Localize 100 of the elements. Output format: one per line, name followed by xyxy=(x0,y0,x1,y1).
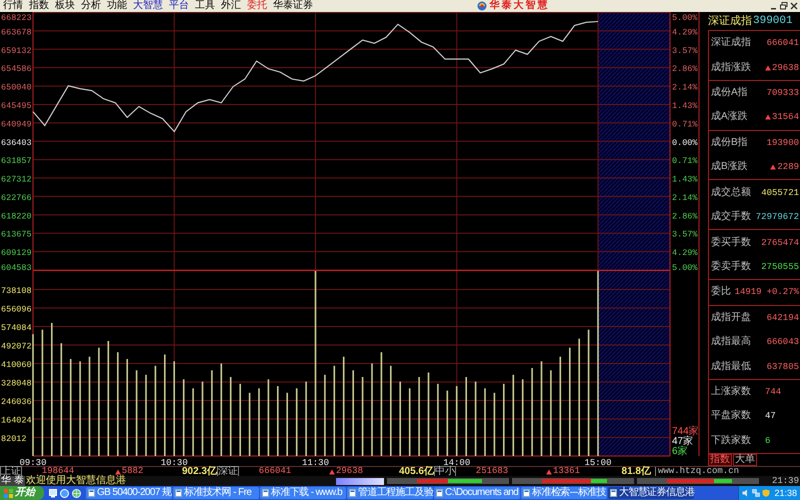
windows-logo-icon xyxy=(4,488,13,498)
axis-label: 645495 xyxy=(1,100,32,111)
stat-label: 成指最低 xyxy=(711,362,751,372)
close-icon[interactable] xyxy=(790,2,798,10)
menu-item[interactable]: 平台 xyxy=(166,1,192,11)
market-amount: 405.6亿 xyxy=(398,467,434,476)
breadth-count: 6家 xyxy=(672,446,688,457)
taskbar-button[interactable]: 标准下载 - www.b xyxy=(260,487,346,499)
percent-label: 5.00% xyxy=(672,263,698,271)
axis-label: 656096 xyxy=(1,304,32,314)
desktop-icon[interactable] xyxy=(49,488,57,498)
stat-value: 744 xyxy=(765,386,782,397)
axis-label: 640949 xyxy=(1,119,32,130)
broker-label: 华 泰 xyxy=(0,476,25,486)
stat-label: 成指开盘 xyxy=(711,312,751,323)
taskbar-button[interactable]: GB 50400-2007 规 xyxy=(86,487,172,499)
time-label: 10:30 xyxy=(160,458,188,466)
stat-value: 709333 xyxy=(766,88,799,98)
menu-item[interactable]: 华泰证券 xyxy=(270,1,316,11)
axis-label: 574084 xyxy=(1,323,32,333)
breadth-count: 47家 xyxy=(672,436,694,447)
menu-item[interactable]: 外汇 xyxy=(218,1,244,11)
panel-tab[interactable]: 指数 xyxy=(708,454,732,466)
market-change: 5882 xyxy=(122,467,144,476)
scroll-strip xyxy=(336,478,384,484)
stat-label: 委卖手数 xyxy=(711,262,751,272)
axis-label: 164024 xyxy=(1,416,32,426)
stat-value: 642194 xyxy=(766,312,799,323)
panel-tab[interactable]: 大单 xyxy=(733,454,757,466)
percent-label: 1.43% xyxy=(672,174,698,185)
axis-label: 654586 xyxy=(1,64,32,74)
menu-item[interactable]: 大智慧 xyxy=(130,1,166,11)
time-label: 11:30 xyxy=(302,458,329,466)
window-icon xyxy=(175,489,182,497)
menu-item[interactable]: 指数 xyxy=(26,1,52,11)
stat-label: 上涨家数 xyxy=(711,386,751,397)
window-icon xyxy=(436,489,443,497)
percent-label: 1.43% xyxy=(672,100,698,111)
stat-label: 成交总额 xyxy=(711,188,751,198)
stat-label: 委比 xyxy=(711,287,731,298)
stat-label: 成份A指 xyxy=(711,88,748,98)
time-label: 09:30 xyxy=(20,458,46,466)
taskbar-clock: 21:38 xyxy=(774,488,797,498)
menu-item[interactable]: 分析 xyxy=(78,1,104,11)
stat-value: 72979672 xyxy=(756,212,799,222)
stat-label: 平盘家数 xyxy=(711,411,751,422)
taskbar-button[interactable]: 管道工程施工及验 xyxy=(347,487,433,499)
start-button[interactable]: 开始 xyxy=(0,486,44,500)
stat-label: 成A涨跌 xyxy=(711,112,748,122)
menu-item[interactable]: 行情 xyxy=(0,1,26,11)
menu-item[interactable]: 功能 xyxy=(104,1,130,11)
axis-label: 668223 xyxy=(1,13,32,23)
axis-label: 622766 xyxy=(1,192,32,203)
time-label: 14:00 xyxy=(443,458,470,466)
menu-item[interactable]: 工具 xyxy=(192,1,218,11)
stat-value: 2289 xyxy=(777,162,799,172)
percent-label: 4.29% xyxy=(672,248,698,258)
taskbar-button[interactable]: C:\Documents and xyxy=(434,487,520,499)
axis-label: 663678 xyxy=(1,27,32,38)
globe-icon[interactable] xyxy=(72,488,81,498)
stat-value: 2750555 xyxy=(761,262,799,272)
stat-label: 成交手数 xyxy=(711,212,751,222)
stat-label: 成指最高 xyxy=(711,337,751,348)
percent-label: 0.71% xyxy=(672,156,698,166)
stat-value: 31564 xyxy=(772,112,799,122)
percent-label: 3.57% xyxy=(672,46,698,56)
market-amount: 902.3亿 xyxy=(182,467,217,476)
market-amount: 81.8亿 xyxy=(622,467,651,476)
restore-icon[interactable] xyxy=(780,2,788,10)
axis-label: 328048 xyxy=(1,378,32,388)
window-icon xyxy=(610,489,617,497)
menu-item[interactable]: 板块 xyxy=(52,1,78,11)
axis-label: 609129 xyxy=(1,248,32,258)
percent-label: 0.71% xyxy=(672,119,698,130)
stat-label: 委买手数 xyxy=(711,238,751,248)
axis-label: 410060 xyxy=(1,360,32,370)
window-icon xyxy=(262,489,269,497)
percent-label: 2.86% xyxy=(672,211,698,222)
stat-value: 29638 xyxy=(772,62,799,73)
network-icon[interactable] xyxy=(752,489,760,497)
stat-value: 14919 xyxy=(734,287,762,298)
axis-label: 82012 xyxy=(1,434,27,444)
percent-label: 5.00% xyxy=(672,13,698,23)
stat-value: 666041 xyxy=(766,38,799,48)
taskbar-button[interactable]: 大智慧证券信息港 xyxy=(608,487,694,499)
percent-label: 3.57% xyxy=(672,230,698,240)
percent-label: 2.14% xyxy=(672,82,698,93)
index-name: 深证成指 xyxy=(708,15,752,27)
taskbar-button[interactable]: 标准检索---标准技 xyxy=(521,487,607,499)
market-change: 13361 xyxy=(552,467,580,476)
axis-label: 659132 xyxy=(1,46,32,56)
stat-label: 深证成指 xyxy=(711,38,751,48)
axis-label: 613675 xyxy=(1,230,32,240)
market-value: 666041 xyxy=(258,467,292,476)
taskbar-button[interactable]: 标准技术网 - Fre xyxy=(173,487,259,499)
breadth-count: 744家 xyxy=(672,426,699,437)
percent-label: 2.86% xyxy=(672,64,698,74)
time-label: 15:00 xyxy=(584,458,612,466)
axis-label: 738108 xyxy=(1,286,32,296)
percent-label: 2.14% xyxy=(672,192,698,203)
